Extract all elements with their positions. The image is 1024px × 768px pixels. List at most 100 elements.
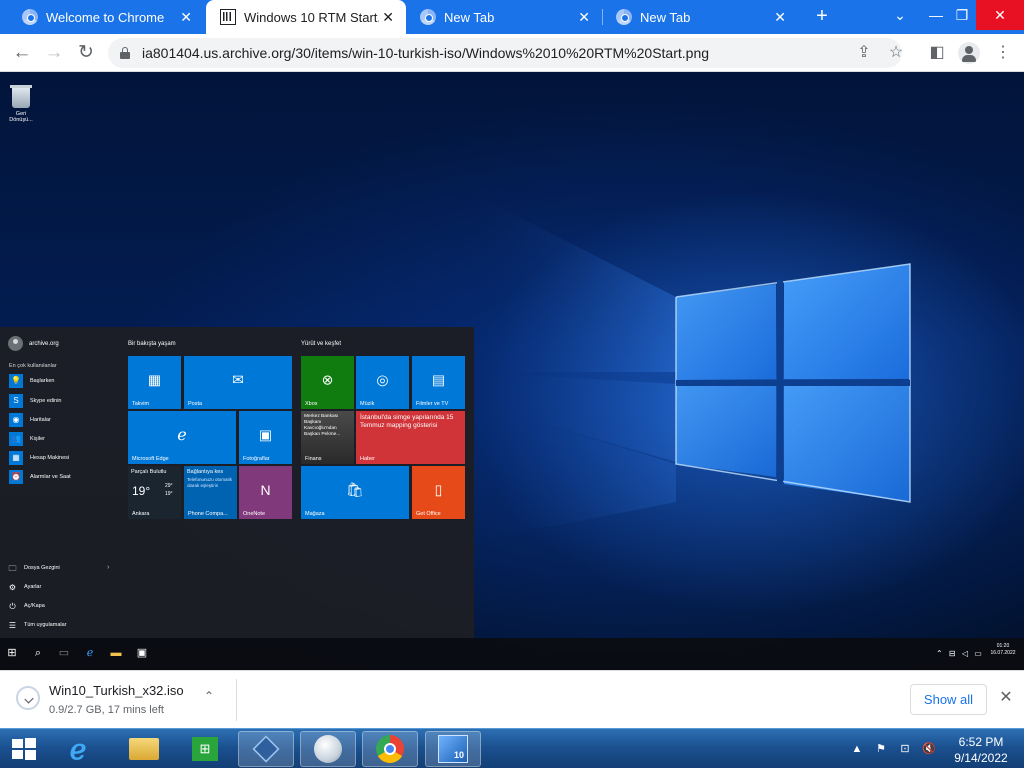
close-window-button[interactable]: ✕: [976, 0, 1024, 30]
host-taskbar: ℯ ⊞ 10 ▲ ⚑ ⊡ 🔇 6:52 PM 9/14/2022: [0, 728, 1024, 768]
tile-weather[interactable]: Parçalı Bulutlu 19° 29° 19° Ankara: [128, 466, 181, 519]
win10-clock[interactable]: 01:20 16.07.2022: [986, 643, 1020, 657]
restore-button[interactable]: ❐: [944, 0, 980, 30]
win10-iso-taskbar-button[interactable]: 10: [425, 731, 481, 767]
search-icon[interactable]: ⌕: [30, 645, 46, 661]
show-all-button[interactable]: Show all: [910, 684, 987, 715]
recycle-bin[interactable]: Geri Dönüşü...: [6, 85, 36, 123]
close-tab-icon[interactable]: ✕: [382, 9, 394, 25]
close-tab-icon[interactable]: ✕: [774, 9, 786, 25]
tile-finance[interactable]: Merkez Bankası Başkanı Kavcıoğlu'ndan Ba…: [301, 411, 354, 464]
start-app-maps[interactable]: ◉ Haritalar: [9, 412, 51, 428]
action-center-flag-icon[interactable]: ⚑: [874, 742, 888, 756]
close-icon[interactable]: ✕: [996, 688, 1016, 708]
tab-new-tab-1[interactable]: New Tab ✕: [406, 0, 602, 34]
divider: [236, 679, 237, 721]
weather-high: 29°: [165, 483, 173, 489]
lock-icon[interactable]: [120, 47, 130, 59]
tile-onenote[interactable]: N OneNote: [239, 466, 292, 519]
start-app-skype[interactable]: S Skype edinin: [9, 393, 62, 409]
tab-welcome[interactable]: Welcome to Chrome ✕: [8, 0, 204, 34]
close-tab-icon[interactable]: ✕: [578, 9, 590, 25]
tile-label: Microsoft Edge: [132, 456, 169, 462]
store-icon[interactable]: ▣: [134, 645, 150, 661]
tab-windows10-start[interactable]: Windows 10 RTM Start.p ✕: [206, 0, 406, 34]
folder-icon[interactable]: ▬: [108, 645, 124, 661]
start-power[interactable]: ⏻ Aç/Kapa: [8, 599, 44, 613]
chrome-taskbar-button[interactable]: [362, 731, 418, 767]
tab-search-icon[interactable]: ⌄: [882, 0, 918, 30]
virtualbox-taskbar-button[interactable]: [238, 731, 294, 767]
host-clock-date: 9/14/2022: [954, 751, 1008, 765]
tile-label: Posta: [188, 401, 203, 407]
windows-start-icon[interactable]: ⊞: [4, 645, 20, 661]
url-text[interactable]: ia801404.us.archive.org/30/items/win-10-…: [142, 45, 709, 61]
reload-button[interactable]: ↻: [74, 41, 98, 65]
chevron-right-icon[interactable]: ›: [107, 564, 109, 571]
start-app-label: Hesap Makinesi: [30, 455, 70, 461]
profile-icon[interactable]: [958, 42, 980, 64]
tile-get-office[interactable]: ▯ Get Office: [412, 466, 465, 519]
weather-condition: Parçalı Bulutlu: [131, 469, 167, 475]
close-tab-icon[interactable]: ✕: [180, 9, 192, 25]
forward-button[interactable]: →: [42, 41, 66, 65]
ie-taskbar-button[interactable]: ℯ: [50, 731, 106, 767]
music-disc-icon: ◎: [376, 371, 389, 388]
tile-music[interactable]: ◎ Müzik: [356, 356, 409, 409]
store-taskbar-button[interactable]: ⊞: [177, 731, 233, 767]
chrome-icon: [616, 9, 632, 25]
browser-toolbar: ← → ↻ ia801404.us.archive.org/30/items/w…: [0, 34, 1024, 72]
list-icon: ☰: [8, 620, 17, 630]
chevron-up-icon[interactable]: ⌃: [204, 689, 214, 703]
start-bottom-label: Tüm uygulamalar: [24, 622, 67, 628]
start-settings[interactable]: ⚙ Ayarlar: [8, 580, 41, 594]
download-filename[interactable]: Win10_Turkish_x32.iso: [49, 683, 184, 698]
store-bag-icon: ⊞: [192, 737, 218, 761]
start-app-people[interactable]: 👥 Kişiler: [9, 431, 45, 447]
menu-icon[interactable]: ⋮: [992, 42, 1014, 64]
task-view-icon[interactable]: ▭: [56, 645, 72, 661]
volume-muted-icon[interactable]: 🔇: [922, 742, 936, 756]
tile-films-tv[interactable]: ▤ Filmler ve TV: [412, 356, 465, 409]
host-clock[interactable]: 6:52 PM 9/14/2022: [946, 734, 1016, 766]
start-menu: archive.org En çok kullanılanlar 💡 Başla…: [0, 327, 474, 638]
tile-phone-companion[interactable]: Bağlantıya kes Telefonunuzu otomatik ola…: [184, 466, 237, 519]
edge-icon[interactable]: ℯ: [82, 645, 98, 661]
tile-photos[interactable]: ▣ Fotoğraflar: [239, 411, 292, 464]
address-bar[interactable]: ia801404.us.archive.org/30/items/win-10-…: [108, 38, 903, 68]
system-tray-icons[interactable]: ⌃ ⊟ ◁ ▭: [936, 649, 984, 658]
explorer-taskbar-button[interactable]: [116, 731, 172, 767]
start-file-explorer[interactable]: 🗀 Dosya Gezgini: [8, 561, 60, 575]
show-hidden-icons[interactable]: ▲: [850, 742, 864, 756]
tab-new-tab-2[interactable]: New Tab ✕: [602, 0, 798, 34]
start-bottom-label: Ayarlar: [24, 584, 42, 590]
tile-news[interactable]: İstanbul'da simge yapılarında 15 Temmuz …: [356, 411, 465, 464]
start-app-alarms[interactable]: ⏰ Alarmlar ve Saat: [9, 469, 71, 485]
tile-mail[interactable]: ✉ Posta: [184, 356, 292, 409]
start-all-apps[interactable]: ☰ Tüm uygulamalar: [8, 618, 67, 632]
start-app-get-started[interactable]: 💡 Başlarken: [9, 373, 54, 389]
chrome-icon: [22, 9, 38, 25]
share-icon[interactable]: ⇪: [854, 43, 874, 63]
tile-calendar[interactable]: ▦ Takvim: [128, 356, 181, 409]
back-button[interactable]: ←: [10, 41, 34, 65]
bookmark-star-icon[interactable]: ☆: [886, 43, 906, 63]
download-progress-icon[interactable]: [16, 686, 40, 710]
start-user[interactable]: archive.org: [8, 336, 59, 351]
network-icon[interactable]: ⊡: [898, 742, 912, 756]
tile-edge[interactable]: ℯ Microsoft Edge: [128, 411, 236, 464]
tile-label: Ankara: [132, 511, 150, 517]
start-app-calculator[interactable]: ▦ Hesap Makinesi: [9, 450, 69, 466]
skype-icon: S: [9, 394, 23, 408]
user-avatar: [8, 336, 23, 351]
tab-title: New Tab: [640, 9, 691, 25]
tile-label: Xbox: [305, 401, 318, 407]
new-tab-button[interactable]: +: [812, 5, 832, 27]
windows-start-button[interactable]: [10, 736, 38, 762]
onenote-icon: N: [260, 481, 271, 498]
side-panel-icon[interactable]: ◧: [926, 42, 948, 64]
weather-temperature: 19°: [132, 484, 151, 498]
app-taskbar-button[interactable]: [300, 731, 356, 767]
tile-xbox[interactable]: ⊗ Xbox: [301, 356, 354, 409]
tile-store[interactable]: 🛍 Mağaza: [301, 466, 409, 519]
